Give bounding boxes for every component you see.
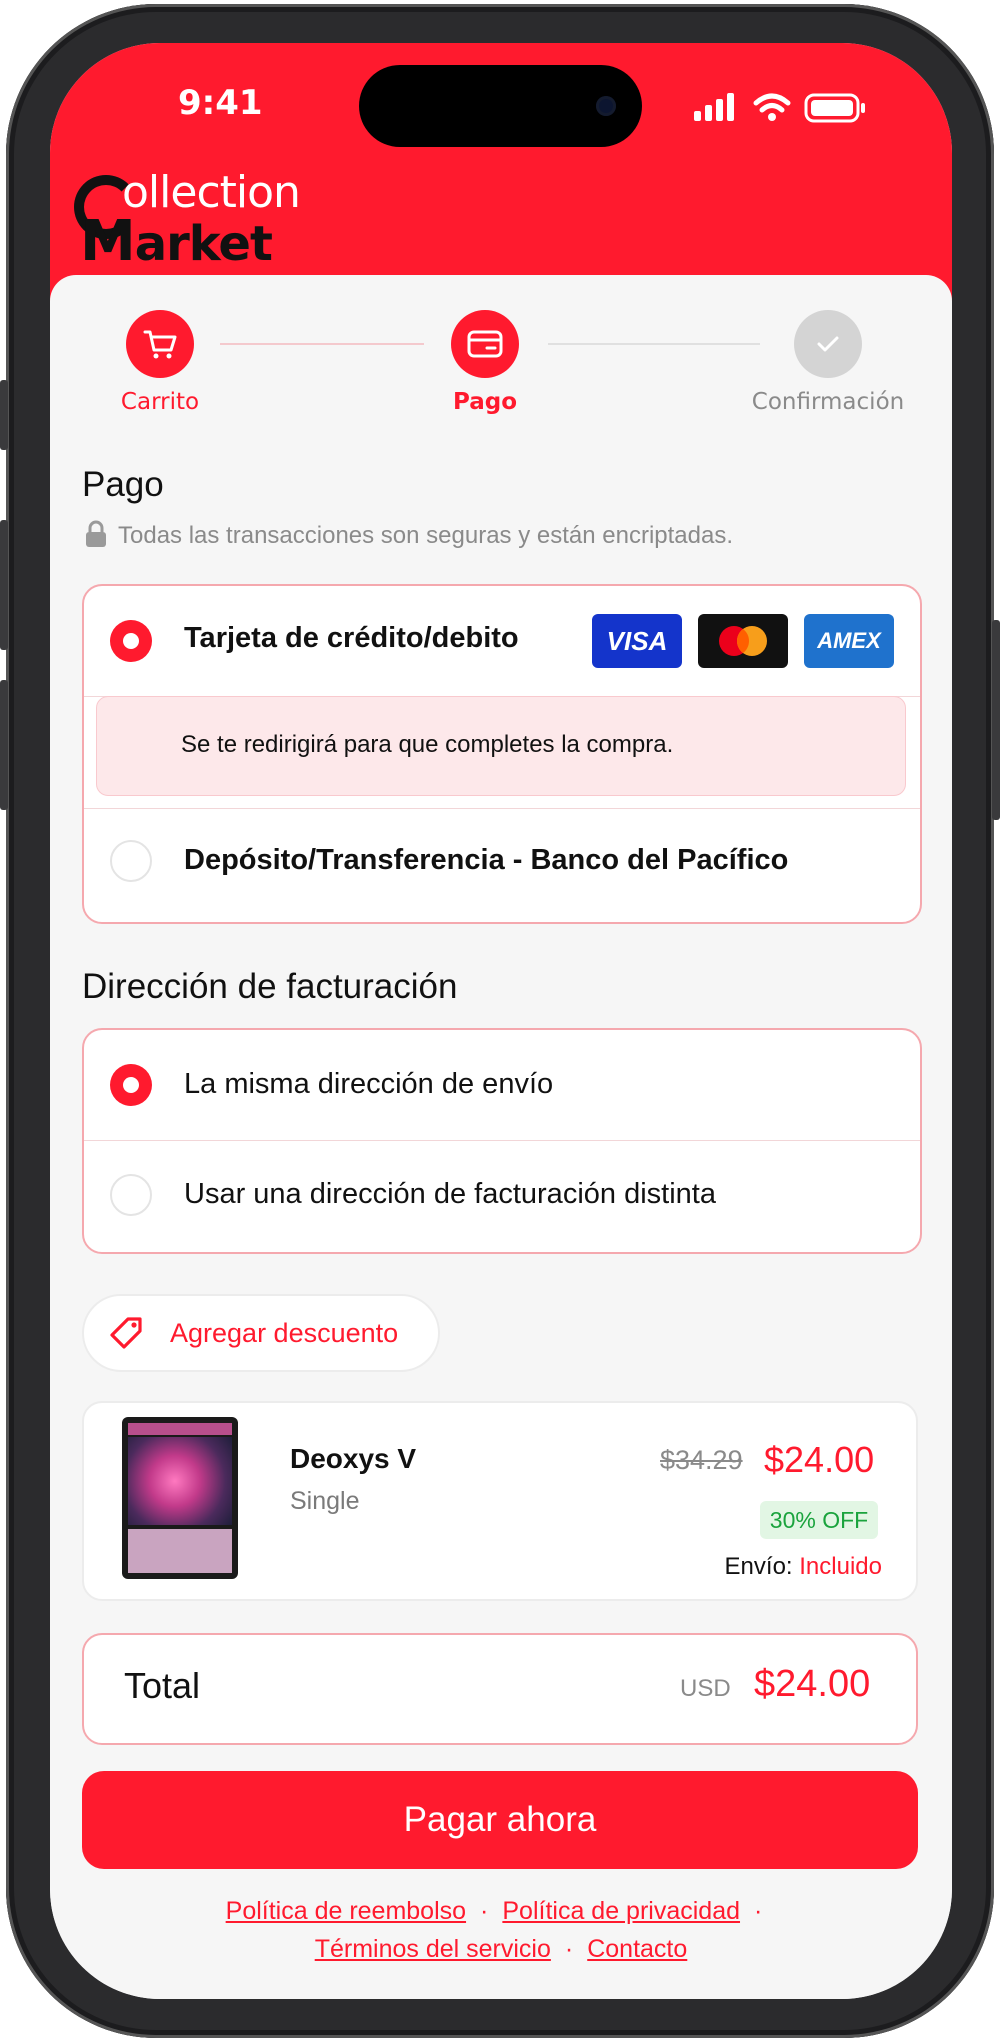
radio-same-address[interactable]: [110, 1064, 152, 1106]
lock-icon: [86, 520, 106, 547]
refund-policy-link[interactable]: Política de reembolso: [226, 1897, 466, 1925]
discount-badge: 30% OFF: [760, 1501, 878, 1539]
redirect-notice: Se te redirigirá para que completes la c…: [96, 696, 906, 796]
mastercard-logo: [698, 614, 788, 668]
step-confirmation[interactable]: [794, 310, 862, 378]
visa-logo: VISA: [592, 614, 682, 668]
amex-logo: AMEX: [804, 614, 894, 668]
volume-up-button: [0, 520, 8, 650]
product-type: Single: [290, 1487, 360, 1515]
radio-transfer[interactable]: [110, 840, 152, 882]
screen: 9:41 ollection Market Carrito Pago Confi…: [50, 43, 952, 1999]
product-name: Deoxys V: [290, 1443, 417, 1474]
step-payment[interactable]: [451, 310, 519, 378]
billing-option-different[interactable]: Usar una dirección de facturación distin…: [84, 1140, 920, 1250]
footer-links-row2: Términos del servicio · Contacto: [314, 1935, 688, 1963]
footer-links-row1: Política de reembolso · Política de privac…: [225, 1897, 763, 1925]
payment-option-card[interactable]: Tarjeta de crédito/debito VISA AMEX: [84, 586, 920, 696]
billing-option-same[interactable]: La misma dirección de envío: [84, 1030, 920, 1140]
secure-note-text: Todas las transacciones son seguras y es…: [118, 522, 734, 549]
different-address-label: Usar una dirección de facturación distin…: [184, 1178, 716, 1210]
camera-icon: [596, 96, 616, 116]
radio-card[interactable]: [110, 620, 152, 662]
power-button: [992, 620, 1000, 820]
mute-switch: [0, 380, 8, 450]
logo-line2: Market: [80, 209, 273, 274]
battery-icon: [804, 93, 865, 123]
total-amount: $24.00: [754, 1663, 871, 1705]
step-connector-1: [220, 343, 424, 345]
step-label-payment: Pago: [452, 389, 518, 415]
transfer-option-label: Depósito/Transferencia - Banco del Pacíf…: [184, 844, 789, 876]
credit-card-icon: [467, 330, 503, 358]
product-price: $24.00: [764, 1439, 875, 1480]
volume-down-button: [0, 680, 8, 810]
add-discount-button[interactable]: Agregar descuento: [82, 1294, 440, 1372]
terms-link[interactable]: Términos del servicio: [315, 1935, 551, 1963]
shipping-label: Envío:: [724, 1553, 793, 1580]
status-time: 9:41: [178, 83, 263, 123]
shipping-info: Envío: Incluido: [725, 1553, 882, 1581]
billing-title: Dirección de facturación: [82, 967, 458, 1006]
contact-link[interactable]: Contacto: [587, 1935, 687, 1963]
step-label-cart: Carrito: [120, 389, 200, 415]
payment-option-transfer[interactable]: Depósito/Transferencia - Banco del Pacíf…: [84, 808, 920, 920]
step-connector-2: [548, 343, 760, 345]
pay-now-button[interactable]: Pagar ahora: [82, 1771, 918, 1869]
wifi-icon: [753, 93, 791, 113]
dynamic-island: [359, 65, 642, 147]
product-image: [122, 1417, 238, 1579]
cart-icon: [143, 330, 177, 359]
card-artwork: [128, 1437, 232, 1525]
product-old-price: $34.29: [660, 1445, 743, 1475]
payment-methods: Tarjeta de crédito/debito VISA AMEX Se t…: [82, 584, 922, 924]
tag-icon: [110, 1317, 142, 1349]
privacy-policy-link[interactable]: Política de privacidad: [502, 1897, 740, 1925]
radio-different-address[interactable]: [110, 1174, 152, 1216]
total-currency: USD: [680, 1675, 731, 1702]
total-box: Total USD $24.00: [82, 1633, 918, 1745]
card-title-bar: [128, 1423, 232, 1435]
status-icons: [694, 93, 865, 123]
same-address-label: La misma dirección de envío: [184, 1068, 554, 1100]
billing-options: La misma dirección de envío Usar una dir…: [82, 1028, 922, 1254]
step-label-confirmation: Confirmación: [751, 389, 905, 415]
add-discount-label: Agregar descuento: [170, 1318, 399, 1348]
wifi-dot: [768, 113, 776, 121]
redirect-notice-text: Se te redirigirá para que completes la c…: [181, 731, 674, 758]
shipping-value: Incluido: [799, 1553, 882, 1580]
signal-icon: [694, 93, 734, 121]
secure-note: Todas las transacciones son seguras y es…: [82, 519, 733, 550]
check-icon: [817, 336, 839, 352]
total-label: Total: [124, 1665, 201, 1706]
payment-title: Pago: [82, 465, 164, 504]
order-item: Deoxys V Single $34.29 $24.00 30% OFF En…: [82, 1401, 918, 1601]
card-option-label: Tarjeta de crédito/debito: [184, 622, 519, 654]
mastercard-icon: [719, 626, 767, 656]
step-cart[interactable]: [126, 310, 194, 378]
card-text-box: [128, 1529, 232, 1573]
